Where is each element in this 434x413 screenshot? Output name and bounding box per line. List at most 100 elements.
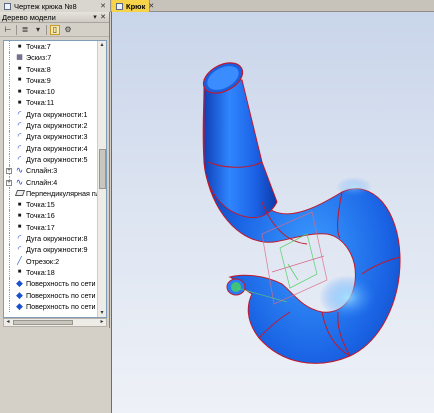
dropdown-icon[interactable]: ▾	[33, 25, 43, 35]
tree-item-label: Точка:17	[26, 222, 55, 232]
tab-drawing[interactable]: Чертеж крюка №8 ✕	[0, 0, 111, 12]
tree-connector	[9, 108, 10, 121]
close-icon[interactable]: ✕	[100, 3, 106, 10]
point-icon: ■	[17, 66, 22, 73]
structure-icon[interactable]: ▯	[50, 24, 60, 35]
tree-connector	[9, 52, 10, 64]
tree-connector	[9, 187, 10, 200]
properties-icon[interactable]: ⚙	[63, 25, 73, 35]
point-icon: ■	[17, 43, 22, 50]
tree-item[interactable]: ◜ Дуга окружности:5	[4, 153, 97, 166]
tree-item-label: Сплайн:4	[26, 177, 58, 187]
tree-item[interactable]: ◜ Дуга окружности:2	[4, 120, 97, 132]
tree-item-label: Поверхность по сети т	[26, 279, 97, 289]
tree-item[interactable]: ■ Точка:15	[4, 199, 97, 211]
tree-connector	[9, 289, 10, 301]
expand-icon[interactable]: +	[6, 179, 12, 186]
tree-item-label: Точка:18	[26, 267, 55, 277]
plane-icon	[14, 189, 25, 198]
tab-hook[interactable]: Крюк ✕	[112, 0, 154, 12]
tree-connector	[9, 244, 10, 256]
tree-item[interactable]: ■ Точка:11	[4, 97, 97, 109]
tree-item[interactable]: ■ Точка:10	[4, 86, 97, 98]
scroll-thumb[interactable]	[99, 149, 106, 189]
list-view-icon[interactable]: ≣	[20, 25, 30, 35]
sketch-icon: ▦	[16, 54, 23, 62]
point-icon: ■	[17, 88, 22, 95]
tree-item[interactable]: ◜ Дуга окружности:1	[4, 108, 97, 121]
tree-connector	[9, 210, 10, 222]
tree-connector	[9, 221, 10, 234]
panel-empty-area	[0, 328, 110, 413]
arc-icon: ◜	[17, 153, 22, 164]
toolbar-separator	[46, 24, 47, 35]
point-icon: ■	[17, 99, 22, 106]
part-document-icon	[116, 2, 123, 10]
tree-item[interactable]: ■ Точка:8	[4, 63, 97, 75]
tree-connector	[9, 120, 10, 132]
tree-item-label: Дуга окружности:8	[26, 234, 88, 244]
hook-model[interactable]	[112, 12, 434, 413]
tree-item[interactable]: ■ Точка:18	[4, 266, 97, 279]
panel-menu-icon[interactable]: ▾	[91, 13, 99, 21]
panel-title-bar: Дерево модели ▾ ✕	[0, 12, 109, 23]
drawing-document-icon	[4, 2, 11, 10]
scroll-right-icon[interactable]: ▸	[98, 319, 106, 326]
tree-item[interactable]: + ∿ Сплайн:4	[4, 176, 97, 188]
point-icon: ■	[17, 212, 22, 219]
tree-connector	[9, 97, 10, 109]
tree-item[interactable]: Перпендикулярная пл	[4, 187, 97, 200]
h-scroll-thumb[interactable]	[13, 320, 73, 325]
tree-toolbar: ⊢ ≣ ▾ ▯ ⚙	[0, 23, 109, 37]
tree-item[interactable]: ◜ Дуга окружности:3	[4, 131, 97, 143]
close-icon[interactable]: ✕	[148, 3, 154, 10]
tree-connector	[9, 255, 10, 267]
tree-connector	[9, 233, 10, 245]
arc-icon: ◜	[17, 233, 22, 244]
tab-drawing-label: Чертеж крюка №8	[14, 1, 77, 11]
tree-item-label: Дуга окружности:1	[26, 109, 88, 119]
tree-connector	[9, 86, 10, 98]
tree-item[interactable]: ╱ Отрезок:2	[4, 255, 97, 267]
tree-item[interactable]: ◜ Дуга окружности:8	[4, 233, 97, 245]
tree-item[interactable]: ■ Точка:17	[4, 221, 97, 234]
segment-icon: ╱	[17, 256, 22, 266]
tree-item[interactable]: ◆ Поверхность по сети т	[4, 278, 97, 290]
panel-title: Дерево модели	[2, 12, 56, 22]
tree-vertical-scrollbar[interactable]: ▴ ▾	[97, 41, 106, 317]
tree-view-icon[interactable]: ⊢	[3, 25, 13, 35]
tree-item[interactable]: ■ Точка:7	[4, 41, 97, 53]
point-icon: ■	[17, 201, 22, 208]
point-icon: ■	[17, 269, 22, 276]
tree-item[interactable]: ■ Точка:16	[4, 210, 97, 222]
scroll-left-icon[interactable]: ◂	[4, 319, 12, 326]
tree-item-label: Точка:9	[26, 75, 51, 85]
expand-icon[interactable]: +	[6, 168, 12, 175]
tree-horizontal-scrollbar[interactable]: ◂ ▸	[3, 318, 107, 327]
tree-item[interactable]: + ∿ Сплайн:3	[4, 165, 97, 177]
tree-item-label: Дуга окружности:9	[26, 245, 88, 255]
tree-list: ■ Точка:7 ▦ Эскиз:7 ■ Точка:8 ■ Точка:9 ■ Точка:1…	[4, 41, 97, 313]
tree-item[interactable]: ◜ Дуга окружности:9	[4, 244, 97, 256]
tree-connector	[9, 199, 10, 211]
scroll-up-icon[interactable]: ▴	[98, 41, 106, 49]
arc-icon: ◜	[17, 131, 22, 142]
tree-item[interactable]: ▦ Эскиз:7	[4, 52, 97, 64]
tree-connector	[9, 41, 10, 53]
model-viewport[interactable]	[111, 12, 434, 413]
tree-item-label: Точка:10	[26, 87, 55, 97]
tree-item[interactable]: ■ Точка:9	[4, 74, 97, 87]
tree-connector	[9, 63, 10, 75]
tree-item[interactable]: ◜ Дуга окружности:4	[4, 142, 97, 154]
tree-item-label: Эскиз:7	[26, 53, 52, 63]
tree-item[interactable]: ◆ Поверхность по сети т	[4, 289, 97, 301]
spline-icon: ∿	[15, 176, 24, 187]
surface-icon: ◆	[16, 278, 23, 289]
tree-item[interactable]: ◆ Поверхность по сети т	[4, 300, 97, 313]
tree-item-label: Дуга окружности:3	[26, 132, 88, 142]
model-tree[interactable]: ■ Точка:7 ▦ Эскиз:7 ■ Точка:8 ■ Точка:9 ■ Точка:1…	[3, 40, 107, 318]
panel-close-icon[interactable]: ✕	[99, 13, 107, 21]
spline-icon: ∿	[15, 165, 24, 176]
tree-item-label: Перпендикулярная пл	[26, 188, 97, 198]
scroll-down-icon[interactable]: ▾	[98, 309, 106, 317]
